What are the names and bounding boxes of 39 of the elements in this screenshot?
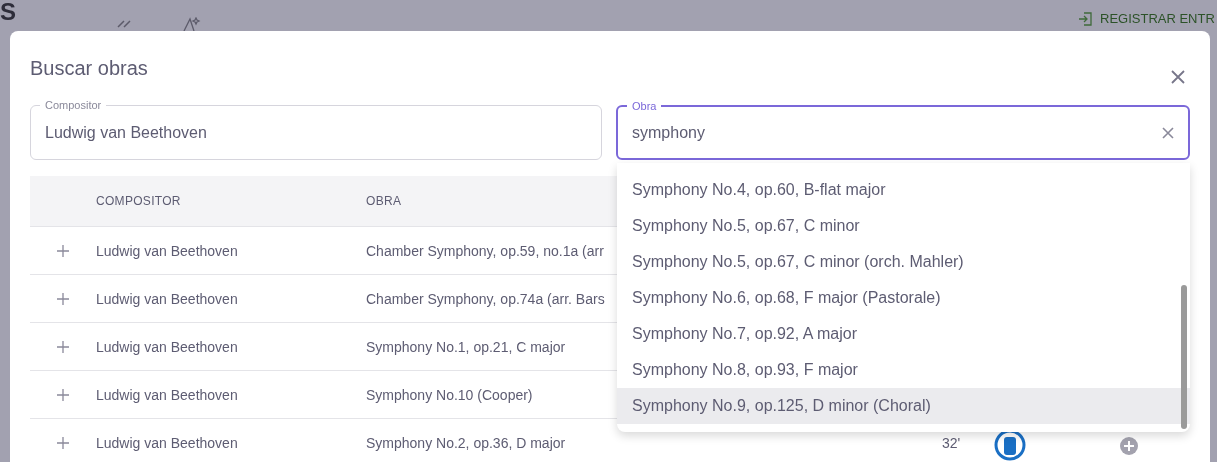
close-icon [1170, 69, 1186, 85]
table-cell-text: Ludwig van Beethoven [96, 434, 239, 451]
table-cell-text: Ludwig van Beethoven [96, 338, 239, 355]
table-cell: Symphony No.1, op.21, C major [366, 338, 566, 355]
column-header: COMPOSITOR [96, 194, 182, 208]
add-circle-icon[interactable] [1120, 437, 1138, 455]
circle-icon[interactable] [994, 429, 1026, 461]
dropdown-option[interactable]: Symphony No.5, op.67, C minor (orch. Mahler) [617, 244, 1190, 280]
page-title: S [0, 0, 16, 26]
table-cell: Symphony No.10 (Cooper) [366, 386, 533, 403]
table-cell-text: Ludwig van Beethoven [96, 386, 239, 403]
table-cell: Symphony No.2, op.36, D major [366, 434, 566, 451]
field-label: Compositor [40, 98, 107, 112]
scrollbar-thumb[interactable] [1181, 285, 1187, 429]
table-cell: Chamber Symphony, op.74a (arr. Bars [366, 290, 605, 307]
sparkle-icon[interactable] [182, 17, 202, 31]
column-header: OBRA [366, 194, 402, 208]
dropdown-option[interactable]: Symphony No.9, op.125, D minor (Choral) [617, 388, 1190, 424]
table-cell: 32' [942, 434, 961, 451]
table-cell-text: Ludwig van Beethoven [96, 242, 239, 259]
plus-icon[interactable] [57, 436, 69, 449]
plus-icon[interactable] [57, 388, 69, 401]
clear-icon[interactable] [1162, 127, 1174, 139]
plus-icon[interactable] [57, 244, 69, 257]
plus-icon[interactable] [57, 340, 69, 353]
field-value: symphony [632, 123, 705, 142]
login-icon [1078, 11, 1092, 26]
plus-icon[interactable] [57, 292, 69, 305]
field-value: Ludwig van Beethoven [45, 123, 207, 142]
dropdown-option[interactable]: Symphony No.4, op.60, B-flat major [617, 172, 1190, 208]
field-label: Obra [627, 99, 662, 113]
dialog-title: Buscar obras [30, 56, 148, 80]
dropdown-option[interactable]: Symphony No.5, op.67, C minor [617, 208, 1190, 244]
register-entry-button[interactable]: REGISTRAR ENTR [1078, 11, 1215, 26]
dropdown-option[interactable]: Symphony No.7, op.92, A major [617, 316, 1190, 352]
dropdown-option[interactable]: Symphony No.6, op.68, F major (Pastorale) [617, 280, 1190, 316]
dropdown-option[interactable]: Symphony No.8, op.93, F major [617, 352, 1190, 388]
table-cell-text: Ludwig van Beethoven [96, 290, 239, 307]
table-cell: Chamber Symphony, op.59, no.1a (arr [366, 242, 604, 259]
